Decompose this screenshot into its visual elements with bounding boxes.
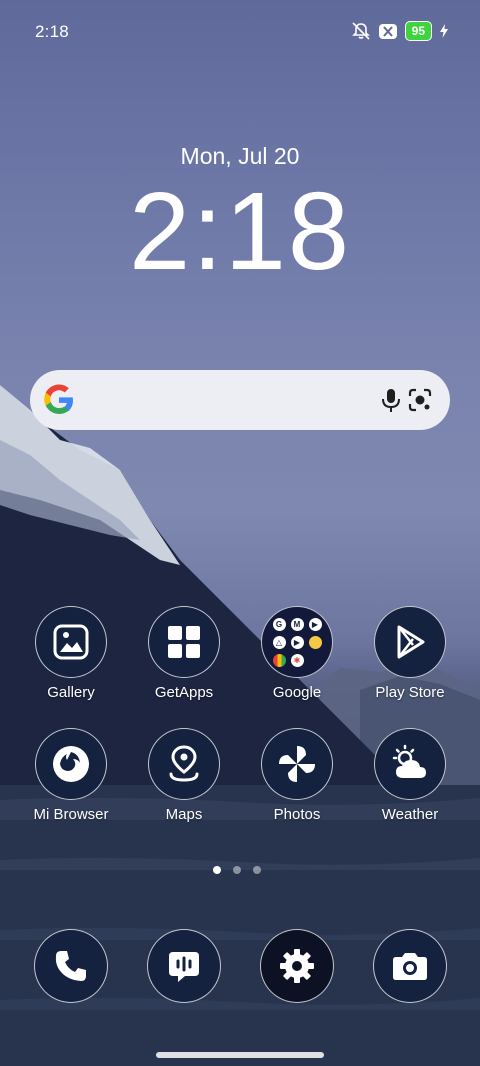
lens-icon[interactable] <box>406 386 434 414</box>
gesture-navigation-bar[interactable] <box>156 1052 324 1058</box>
getapps-icon[interactable] <box>148 606 220 678</box>
app-label: Photos <box>273 806 321 823</box>
status-time: 2:18 <box>35 22 69 41</box>
phone-icon <box>55 951 86 981</box>
camera-icon <box>393 953 427 980</box>
home-screen: 2:18 95 Mon, Jul 20 2:18 Gallery GetApps… <box>0 0 480 1066</box>
play-store-icon[interactable] <box>374 606 446 678</box>
mic-icon[interactable] <box>378 386 404 414</box>
app-play-store[interactable]: Play Store <box>355 606 465 716</box>
app-label: Maps <box>165 806 203 823</box>
status-bar: 2:18 95 <box>0 0 480 62</box>
page-dot[interactable] <box>253 866 261 874</box>
dock-camera[interactable] <box>373 929 447 1003</box>
app-maps[interactable]: Maps <box>129 728 239 838</box>
app-label: Gallery <box>47 684 95 701</box>
charging-icon <box>440 24 448 38</box>
youtube-mini-icon: ▶ <box>308 617 322 631</box>
maps-icon[interactable] <box>148 728 220 800</box>
photos-mini-icon <box>272 653 286 667</box>
mute-icon <box>351 22 371 40</box>
browser-icon[interactable] <box>35 728 107 800</box>
app-photos[interactable]: Photos <box>242 728 352 838</box>
folder-google[interactable]: G M ▶ △ ▶ ✱ Google <box>242 606 352 716</box>
status-icons: 95 <box>351 20 448 42</box>
no-sim-icon <box>378 23 397 39</box>
settings-icon <box>280 949 314 983</box>
app-label: Weather <box>381 806 439 823</box>
assistant-mini-icon: ✱ <box>290 653 304 667</box>
google-search-bar[interactable] <box>30 370 450 430</box>
folder-icon[interactable]: G M ▶ △ ▶ ✱ <box>261 606 333 678</box>
gmail-mini-icon: M <box>290 617 304 631</box>
app-weather[interactable]: Weather <box>355 728 465 838</box>
dock-messages[interactable] <box>147 929 221 1003</box>
gallery-icon[interactable] <box>35 606 107 678</box>
page-dot-active[interactable] <box>213 866 221 874</box>
app-gallery[interactable]: Gallery <box>16 606 126 716</box>
dock-phone[interactable] <box>34 929 108 1003</box>
drive-mini-icon: △ <box>272 635 286 649</box>
page-indicator <box>213 866 261 874</box>
google-mini-icon: G <box>272 617 286 631</box>
photos-icon[interactable] <box>261 728 333 800</box>
clock-date[interactable]: Mon, Jul 20 <box>0 143 480 170</box>
messages-icon <box>169 952 199 982</box>
weather-icon[interactable] <box>374 728 446 800</box>
page-dot[interactable] <box>233 866 241 874</box>
play-mini-icon: ▶ <box>290 635 304 649</box>
battery-indicator: 95 <box>404 21 432 41</box>
app-label: Play Store <box>375 684 445 701</box>
app-getapps[interactable]: GetApps <box>129 606 239 716</box>
app-label: GetApps <box>154 684 214 701</box>
app-label: Mi Browser <box>33 806 109 823</box>
app-mi-browser[interactable]: Mi Browser <box>16 728 126 838</box>
app-label: Google <box>272 684 322 701</box>
google-logo-icon <box>44 384 73 414</box>
dock-settings[interactable] <box>260 929 334 1003</box>
clock-time[interactable]: 2:18 <box>0 170 480 294</box>
files-mini-icon <box>308 635 322 649</box>
